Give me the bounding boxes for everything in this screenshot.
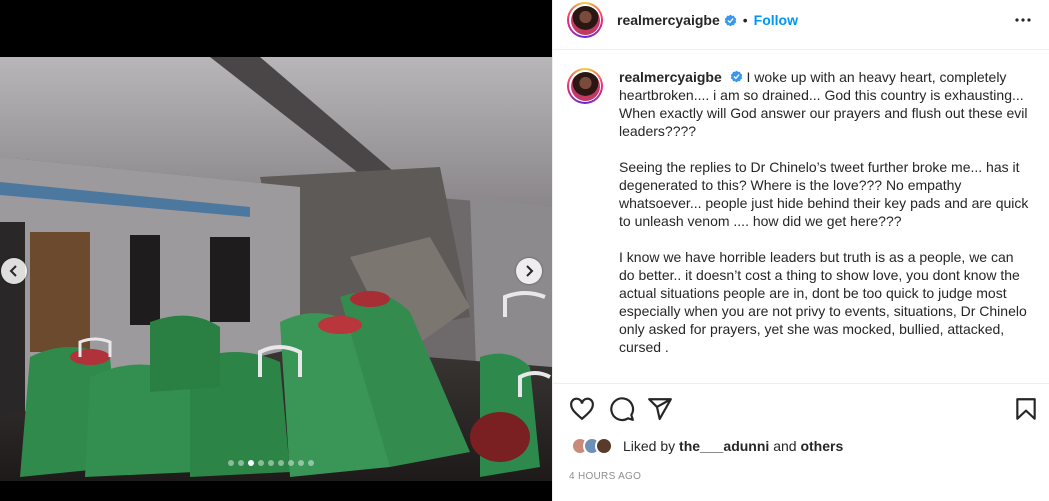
avatar[interactable]: [567, 2, 603, 38]
carousel-dot: [308, 460, 314, 466]
likes-and: and: [773, 438, 797, 454]
separator-dot: •: [742, 12, 748, 28]
caption-body: realmercyaigbe I woke up with an heavy h…: [619, 68, 1033, 374]
likes-prefix: Liked by: [623, 438, 676, 454]
carousel-dot: [268, 460, 274, 466]
carousel-dot: [298, 460, 304, 466]
carousel-dot: [258, 460, 264, 466]
carousel-dot: [278, 460, 284, 466]
caption-paragraph: I know we have horrible leaders but trut…: [619, 249, 1027, 355]
caption-paragraph: realmercyaigbe I woke up with an heavy h…: [619, 68, 1033, 140]
carousel-prev-button[interactable]: [1, 258, 27, 284]
carousel-dot: [248, 460, 254, 466]
follow-button[interactable]: Follow: [754, 12, 798, 28]
comment-icon[interactable]: [609, 396, 635, 422]
caption-avatar[interactable]: [567, 68, 603, 104]
chevron-left-icon: [9, 265, 17, 277]
post-photo[interactable]: [0, 57, 552, 481]
media-area: [0, 0, 552, 501]
username-link[interactable]: realmercyaigbe: [617, 12, 720, 28]
carousel-dot: [238, 460, 244, 466]
more-icon[interactable]: [1013, 10, 1033, 30]
caption-username[interactable]: realmercyaigbe: [619, 69, 722, 85]
carousel-next-button[interactable]: [516, 258, 542, 284]
verified-icon: [724, 14, 736, 26]
likes-others-link[interactable]: others: [800, 438, 843, 454]
chevron-right-icon: [526, 265, 534, 277]
divider: [553, 383, 1049, 384]
bookmark-icon[interactable]: [1013, 396, 1039, 422]
post-header: realmercyaigbe • Follow: [553, 0, 1049, 40]
carousel-dot: [228, 460, 234, 466]
post-timestamp[interactable]: 4 HOURS AGO: [569, 471, 641, 482]
caption: realmercyaigbe I woke up with an heavy h…: [567, 68, 1037, 374]
carousel-dot: [288, 460, 294, 466]
post-side-panel: realmercyaigbe • Follow realmercyaigbe I…: [552, 0, 1049, 501]
likes-summary: Liked by the___adunni and others: [571, 437, 843, 455]
caption-paragraph: Seeing the replies to Dr Chinelo’s tweet…: [619, 159, 1029, 229]
heart-icon[interactable]: [569, 396, 595, 422]
divider: [553, 49, 1049, 50]
share-icon[interactable]: [647, 396, 673, 422]
verified-icon: [730, 70, 742, 83]
likes-text: Liked by the___adunni and others: [623, 438, 843, 454]
action-bar: [567, 396, 1037, 424]
carousel-dots: [228, 460, 314, 466]
liker-username[interactable]: the___adunni: [679, 438, 769, 454]
liker-avatar: [595, 437, 613, 455]
